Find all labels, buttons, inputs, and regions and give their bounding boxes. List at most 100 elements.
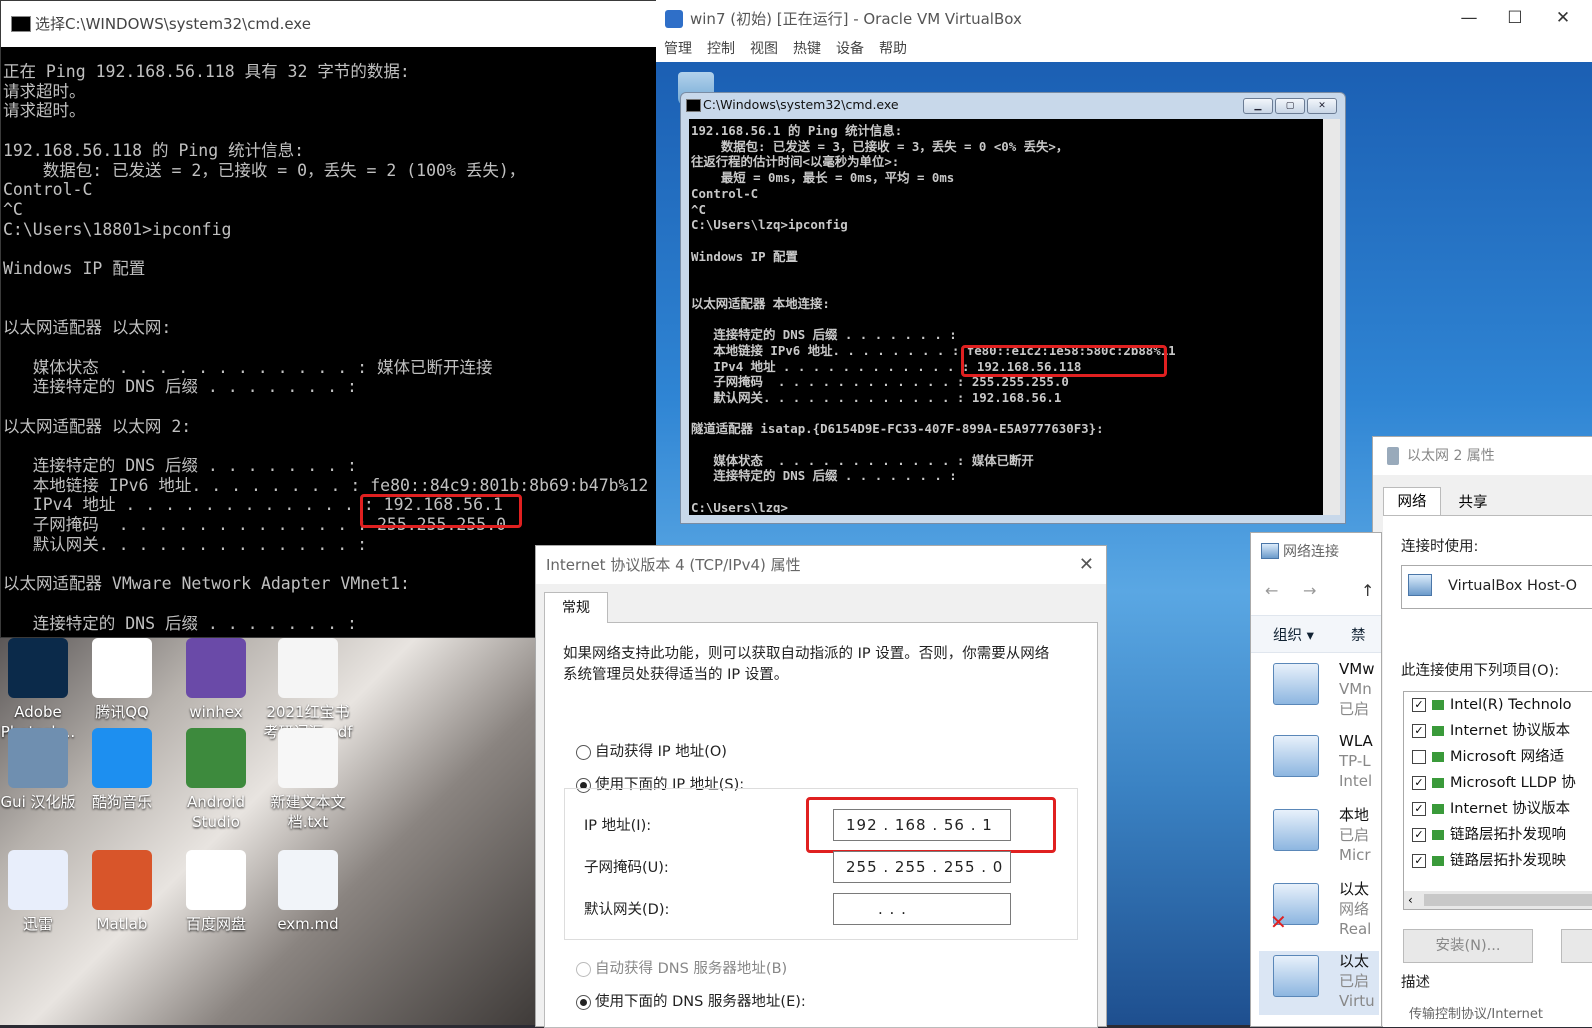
radio-auto-ip[interactable]: 自动获得 IP 地址(O) <box>576 742 727 763</box>
tab-share[interactable]: 共享 <box>1445 491 1501 515</box>
menu-item[interactable]: 控制 <box>707 41 735 57</box>
console-line: 最短 = 0ms，最长 = 0ms，平均 = 0ms <box>691 170 955 186</box>
ipv4-properties-dialog[interactable]: Internet 协议版本 4 (TCP/IPv4) 属性 ✕ 常规 如果网络支… <box>535 545 1107 1028</box>
scroll-thumb[interactable] <box>1424 894 1592 906</box>
component-item[interactable]: Microsoft 网络适 <box>1404 744 1592 770</box>
eth2-titlebar[interactable]: 以太网 2 属性 <box>1373 437 1592 475</box>
close-icon[interactable]: ✕ <box>1079 546 1094 584</box>
vm-cmd-minimize-button[interactable]: ▁ <box>1243 98 1273 114</box>
menu-item[interactable]: 视图 <box>750 41 778 57</box>
vm-cmd-titlebar[interactable]: C:\Windows\system32\cmd.exe ▁ ▢ ✕ <box>681 93 1345 117</box>
desktop-icon[interactable]: 酷狗音乐 <box>76 728 168 838</box>
minimize-button[interactable]: — <box>1446 0 1492 36</box>
organize-button[interactable]: 组织 ▾ <box>1273 624 1314 645</box>
connection-item[interactable]: ✕ 以太 网络 Real <box>1259 879 1379 943</box>
radio-manual-dns[interactable]: 使用下面的 DNS 服务器地址(E): <box>576 992 806 1013</box>
menu-item[interactable]: 热键 <box>793 41 821 57</box>
checkbox[interactable]: ✓ <box>1412 828 1426 842</box>
connection-name: 以太 <box>1339 880 1370 898</box>
virtualbox-icon <box>665 10 683 28</box>
component-label: Intel(R) Technolo <box>1450 697 1572 713</box>
forward-arrow-icon[interactable]: → <box>1303 581 1316 600</box>
app-icon <box>8 850 68 910</box>
checkbox[interactable]: ✓ <box>1412 854 1426 868</box>
console-line: IPv4 地址 . . . . . . . . . . . . : 192.16… <box>3 495 503 515</box>
desktop-icon[interactable]: Matlab <box>76 850 168 960</box>
components-list[interactable]: ✓ Intel(R) Technolo ✓ Internet 协议版本 Microsof… <box>1403 691 1592 893</box>
app-icon <box>278 728 338 788</box>
components-hscrollbar[interactable]: ‹ <box>1403 891 1592 910</box>
component-item[interactable]: ✓ Internet 协议版本 <box>1404 718 1592 744</box>
subnet-mask-input[interactable]: 255 . 255 . 255 . 0 <box>833 851 1011 883</box>
checkbox[interactable]: ✓ <box>1412 776 1426 790</box>
radio-manual-dns-indicator[interactable] <box>576 994 591 1010</box>
desktop-icon[interactable]: Android Studio <box>170 728 262 838</box>
maximize-button[interactable]: ☐ <box>1492 0 1538 36</box>
up-arrow-icon[interactable]: ↑ <box>1361 581 1374 600</box>
console-line: Windows IP 配置 <box>3 259 146 279</box>
highlight-box-vm-ipv4 <box>961 345 1167 377</box>
adapter-name: VirtualBox Host-O <box>1448 578 1578 594</box>
network-adapter-icon <box>1273 809 1319 851</box>
host-cmd-titlebar[interactable]: 选择C:\WINDOWS\system32\cmd.exe <box>1 1 659 47</box>
back-arrow-icon[interactable]: ← <box>1265 581 1278 600</box>
console-line: 请求超时。 <box>3 81 86 101</box>
component-item[interactable]: ✓ Intel(R) Technolo <box>1404 692 1592 718</box>
desktop-icon[interactable]: 迅雷 <box>0 850 84 960</box>
radio-auto-dns[interactable]: 自动获得 DNS 服务器地址(B) <box>576 959 787 980</box>
menu-item[interactable]: 帮助 <box>879 41 907 57</box>
desktop-icon[interactable]: 百度网盘 <box>170 850 262 960</box>
menu-item[interactable]: 设备 <box>836 41 864 57</box>
desktop-icon[interactable]: exm.md <box>262 850 354 960</box>
vm-cmd-close-button[interactable]: ✕ <box>1307 98 1337 114</box>
desktop-icon-label: 酷狗音乐 <box>91 793 152 811</box>
component-icon <box>1432 830 1444 840</box>
network-adapter-icon <box>1273 735 1319 777</box>
component-item[interactable]: ✓ 链路层拓扑发现响 <box>1404 822 1592 848</box>
gateway-input[interactable]: . . . <box>833 893 1011 925</box>
network-connections-window[interactable]: 网络连接 ← → ↑ 组织 ▾ 禁 VMw VMn 已启 WLA TP-L Intel 本地… <box>1250 532 1382 1027</box>
scroll-left-icon[interactable]: ‹ <box>1408 891 1413 909</box>
connection-item[interactable]: 以太 已启 Virtu <box>1259 951 1379 1015</box>
subnet-mask-label: 子网掩码(U): <box>584 860 669 876</box>
desktop-icon[interactable]: 新建文本文 档.txt <box>262 728 354 838</box>
radio-auto-ip-indicator[interactable] <box>576 744 591 760</box>
connection-line2: 已启 <box>1339 972 1370 990</box>
disable-button[interactable]: 禁 <box>1351 624 1366 645</box>
vm-cmd-console-area[interactable]: 192.168.56.1 的 Ping 统计信息: 数据包: 已发送 = 3，已… <box>689 119 1323 515</box>
checkbox[interactable]: ✓ <box>1412 802 1426 816</box>
checkbox[interactable] <box>1412 750 1426 764</box>
netconn-titlebar[interactable]: 网络连接 <box>1251 533 1381 571</box>
virtualbox-titlebar[interactable]: win7 (初始) [正在运行] - Oracle VM VirtualBox … <box>656 0 1592 36</box>
component-item[interactable]: ✓ Microsoft LLDP 协 <box>1404 770 1592 796</box>
component-icon <box>1432 726 1444 736</box>
desktop-icon[interactable]: Gui 汉化版 <box>0 728 84 838</box>
highlight-box-ip-address <box>806 797 1056 853</box>
ethernet2-properties-dialog[interactable]: 以太网 2 属性 网络 共享 连接时使用: VirtualBox Host-O … <box>1372 436 1592 1027</box>
vm-cmd-maximize-button[interactable]: ▢ <box>1275 98 1305 114</box>
menu-item[interactable]: 管理 <box>664 41 692 57</box>
console-line: 数据包: 已发送 = 3，已接收 = 3，丢失 = 0 <0% 丢失>， <box>691 138 1069 154</box>
ipv4-titlebar[interactable]: Internet 协议版本 4 (TCP/IPv4) 属性 ✕ <box>536 546 1106 584</box>
radio-auto-dns-indicator[interactable] <box>576 961 591 977</box>
description-label: 描述 <box>1401 975 1430 991</box>
checkbox[interactable]: ✓ <box>1412 698 1426 712</box>
vm-cmd-scrollbar[interactable] <box>1323 119 1340 515</box>
component-item[interactable]: ✓ Internet 协议版本 <box>1404 796 1592 822</box>
console-line: 本地链接 IPv6 地址. . . . . . . . : fe80::84c9… <box>3 475 649 495</box>
component-item[interactable]: ✓ 链路层拓扑发现映 <box>1404 848 1592 874</box>
network-adapter-icon: ✕ <box>1270 883 1319 934</box>
gateway-label: 默认网关(D): <box>584 902 670 918</box>
connection-item[interactable]: 本地 已启 Micr <box>1259 805 1379 869</box>
tab-network[interactable]: 网络 <box>1383 487 1441 516</box>
tab-general[interactable]: 常规 <box>544 592 608 623</box>
vm-cmd-window[interactable]: C:\Windows\system32\cmd.exe ▁ ▢ ✕ 192.16… <box>680 92 1346 524</box>
install-button[interactable]: 安装(N)... <box>1403 929 1533 963</box>
close-button[interactable]: ✕ <box>1540 0 1586 36</box>
connection-item[interactable]: VMw VMn 已启 <box>1259 659 1379 723</box>
component-label: Microsoft 网络适 <box>1450 749 1565 765</box>
uninstall-button[interactable] <box>1561 929 1592 963</box>
checkbox[interactable]: ✓ <box>1412 724 1426 738</box>
connection-item[interactable]: WLA TP-L Intel <box>1259 731 1379 795</box>
